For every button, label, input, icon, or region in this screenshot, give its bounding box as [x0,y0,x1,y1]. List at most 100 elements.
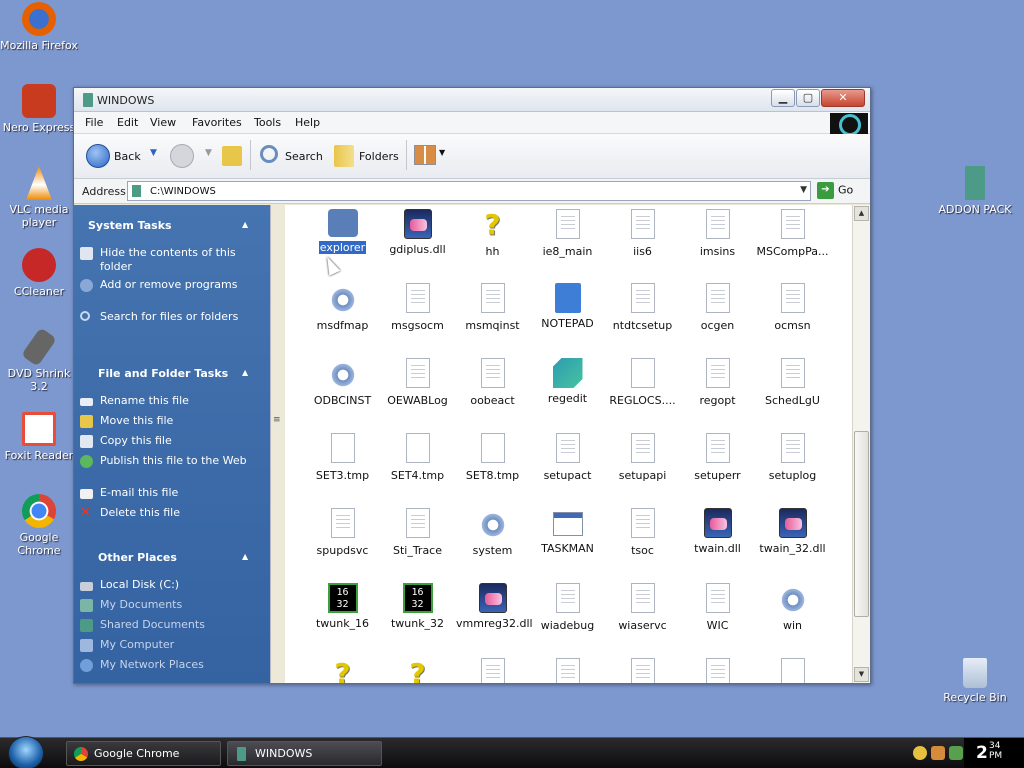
file-item[interactable]: tsoc [605,508,680,557]
place-my-documents[interactable]: My Documents [80,598,250,612]
file-item[interactable]: OEWABLog [380,358,455,407]
task-email[interactable]: E-mail this file [80,486,250,500]
taskbar-button-chrome[interactable]: Google Chrome [66,741,221,766]
task-move[interactable]: Move this file [80,414,250,428]
file-item[interactable] [680,658,755,683]
file-item[interactable]: ODBCINST [305,358,380,407]
file-item[interactable]: spupdsvc [305,508,380,557]
file-item[interactable]: oobeact [455,358,530,407]
file-item[interactable]: ntdtcsetup [605,283,680,332]
collapse-chevron-icon[interactable]: ▲ [242,552,248,561]
place-shared-documents[interactable]: Shared Documents [80,618,250,632]
tray-network-icon[interactable] [949,746,963,760]
file-item[interactable]: Sti_Trace [380,508,455,557]
task-copy[interactable]: Copy this file [80,434,250,448]
desktop-icon-chrome[interactable]: Google Chrome [0,494,79,557]
menu-view[interactable]: View [150,116,176,129]
search-button[interactable]: Search [285,150,323,163]
file-item[interactable]: vmmreg32.dll [455,583,533,630]
file-item[interactable]: SET3.tmp [305,433,380,482]
address-field[interactable]: C:\WINDOWS ▼ [127,181,811,201]
desktop-icon-recycle-bin[interactable]: Recycle Bin [935,658,1015,704]
file-item[interactable] [755,658,830,683]
vertical-scrollbar[interactable]: ▲ ▼ [852,205,870,683]
back-arrow-icon[interactable] [86,144,110,168]
menu-edit[interactable]: Edit [117,116,138,129]
scroll-thumb[interactable] [854,431,869,617]
other-places-title[interactable]: Other Places [98,551,177,564]
menu-help[interactable]: Help [295,116,320,129]
views-icon[interactable] [414,145,436,165]
file-item[interactable]: iis6 [605,209,680,258]
file-item[interactable]: msmqinst [455,283,530,332]
file-item[interactable]: WIC [680,583,755,632]
task-hide-contents[interactable]: Hide the contents of this folder [80,246,250,274]
clock[interactable]: 2 34 PM [964,738,1024,768]
file-item[interactable]: 16 32 twunk_32 [380,583,455,630]
views-dropdown-icon[interactable]: ▼ [439,148,445,157]
file-item[interactable]: setupapi [605,433,680,482]
system-tasks-title[interactable]: System Tasks [88,219,172,232]
maximize-button[interactable]: ▢ [796,89,820,107]
file-item[interactable]: ie8_main [530,209,605,258]
close-button[interactable]: ✕ [821,89,865,107]
task-publish-web[interactable]: Publish this file to the Web [80,454,250,468]
forward-arrow-icon[interactable] [170,144,194,168]
scroll-up-button[interactable]: ▲ [854,206,869,221]
place-my-computer[interactable]: My Computer [80,638,250,652]
file-item[interactable]: imsins [680,209,755,258]
file-item[interactable]: regopt [680,358,755,407]
file-item[interactable]: msgsocm [380,283,455,332]
file-item[interactable]: twain_32.dll [755,508,830,555]
menu-file[interactable]: File [85,116,103,129]
file-item[interactable]: ? hh [455,209,530,259]
file-item[interactable]: REGLOCS.... [605,358,680,407]
file-item[interactable]: ? [305,658,380,684]
start-button[interactable] [8,736,44,768]
file-item[interactable]: gdiplus.dll [380,209,455,256]
file-item[interactable]: ocgen [680,283,755,332]
minimize-button[interactable]: ▁ [771,89,795,107]
menu-tools[interactable]: Tools [254,116,281,129]
menu-favorites[interactable]: Favorites [192,116,242,129]
desktop-icon-foxit[interactable]: Foxit Reader [0,412,79,462]
file-item[interactable]: setupact [530,433,605,482]
file-item[interactable] [455,658,530,683]
search-icon[interactable] [260,145,278,163]
file-item[interactable]: ? [380,658,455,684]
file-item[interactable]: system [455,508,530,557]
desktop-icon-nero[interactable]: Nero Express [0,84,79,134]
folders-button[interactable]: Folders [359,150,399,163]
collapse-chevron-icon[interactable]: ▲ [242,368,248,377]
scroll-down-button[interactable]: ▼ [854,667,869,682]
file-item[interactable]: setuplog [755,433,830,482]
task-delete[interactable]: ✕ Delete this file [80,506,250,520]
tray-smiley-icon[interactable] [913,746,927,760]
file-item[interactable]: setuperr [680,433,755,482]
file-item[interactable]: SchedLgU [755,358,830,407]
tray-tools-icon[interactable] [931,746,945,760]
file-item[interactable]: 16 32 twunk_16 [305,583,380,630]
file-item[interactable]: SET4.tmp [380,433,455,482]
task-add-remove-programs[interactable]: Add or remove programs [80,278,250,292]
file-item[interactable]: SET8.tmp [455,433,530,482]
desktop-icon-firefox[interactable]: Mozilla Firefox [0,2,79,52]
file-item[interactable]: ocmsn [755,283,830,332]
title-bar[interactable]: WINDOWS ▁ ▢ ✕ [74,88,870,112]
file-item[interactable] [530,658,605,683]
desktop-icon-ccleaner[interactable]: CCleaner [0,248,79,298]
task-search-files[interactable]: Search for files or folders [80,310,250,324]
file-item[interactable] [605,658,680,683]
collapse-chevron-icon[interactable]: ▲ [242,220,248,229]
up-folder-icon[interactable] [222,146,242,166]
file-item[interactable]: NOTEPAD [530,283,605,330]
back-dropdown-icon[interactable]: ▼ [150,148,157,158]
desktop-icon-dvdshrink[interactable]: DVD Shrink 3.2 [0,327,79,393]
desktop-icon-vlc[interactable]: VLC media player [0,166,79,229]
file-item[interactable]: TASKMAN [530,508,605,555]
file-item[interactable]: MSCompPa... [755,209,830,258]
file-item[interactable]: explorer [305,209,380,254]
file-item[interactable]: msdfmap [305,283,380,332]
task-rename[interactable]: Rename this file [80,394,250,408]
file-item[interactable]: win [755,583,830,632]
